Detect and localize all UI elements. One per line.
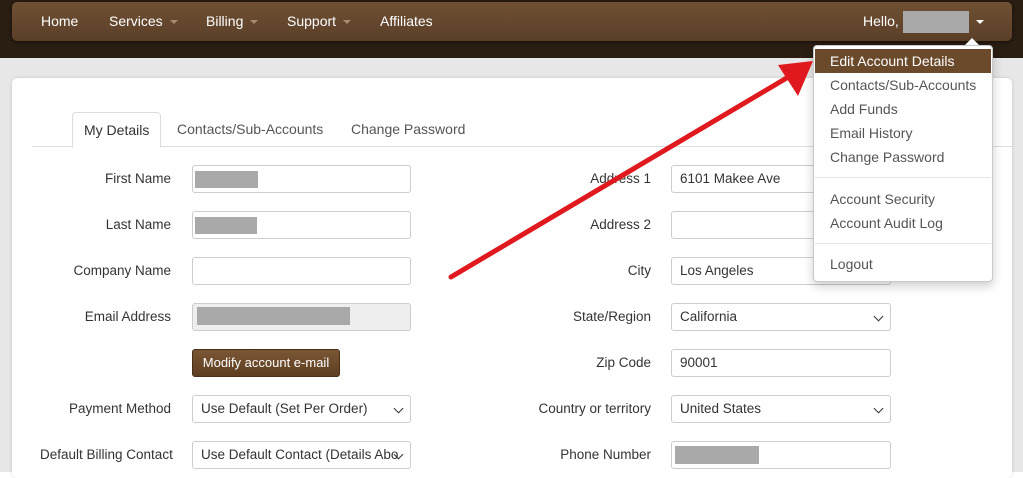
city-label: City <box>627 263 651 278</box>
address1-label: Address 1 <box>590 171 651 186</box>
phone-redacted <box>675 446 759 464</box>
menu-account-security[interactable]: Account Security <box>815 187 991 211</box>
address2-label: Address 2 <box>590 217 651 232</box>
chevron-down-icon <box>975 20 984 25</box>
nav-services[interactable]: Services <box>109 2 178 41</box>
first-name-label: First Name <box>104 171 171 186</box>
nav-billing-label: Billing <box>206 13 244 29</box>
phone-label: Phone Number <box>560 447 651 462</box>
nav-support-label: Support <box>287 13 337 29</box>
billing-contact-label: Default Billing Contact <box>40 447 173 462</box>
nav-affiliates[interactable]: Affiliates <box>380 2 433 41</box>
account-menu-toggle[interactable]: Hello, <box>863 2 984 41</box>
nav-billing[interactable]: Billing <box>206 2 259 41</box>
chevron-down-icon <box>873 311 884 322</box>
modify-email-button[interactable]: Modify account e-mail <box>192 349 340 377</box>
state-label: State/Region <box>572 309 651 324</box>
payment-method-select[interactable]: Use Default (Set Per Order) <box>192 395 411 423</box>
menu-divider <box>815 243 991 244</box>
tab-my-details[interactable]: My Details <box>72 112 162 148</box>
payment-method-value: Use Default (Set Per Order) <box>201 401 368 416</box>
chevron-down-icon <box>250 20 259 25</box>
greeting-text: Hello, <box>863 13 899 29</box>
country-label: Country or territory <box>538 401 651 416</box>
nav-home[interactable]: Home <box>41 2 78 41</box>
payment-method-label: Payment Method <box>68 401 171 416</box>
chevron-down-icon <box>343 20 352 25</box>
account-dropdown-menu: Edit Account Details Contacts/Sub-Accoun… <box>813 45 993 282</box>
company-name-label: Company Name <box>73 263 171 278</box>
nav-home-label: Home <box>41 13 79 29</box>
nav-support[interactable]: Support <box>287 2 352 41</box>
chevron-down-icon <box>873 403 884 414</box>
nav-affiliates-label: Affiliates <box>380 13 433 29</box>
menu-contacts-sub-accounts[interactable]: Contacts/Sub-Accounts <box>815 73 991 97</box>
main-navbar: Home Services Billing Support Affiliates… <box>12 2 1012 41</box>
zip-input[interactable]: 90001 <box>671 349 891 377</box>
company-name-input[interactable] <box>192 257 411 285</box>
menu-email-history[interactable]: Email History <box>815 121 991 145</box>
last-name-redacted <box>195 217 257 234</box>
email-label: Email Address <box>84 309 171 324</box>
first-name-redacted <box>195 171 258 188</box>
tab-contacts[interactable]: Contacts/Sub-Accounts <box>177 112 323 146</box>
state-select[interactable]: California <box>671 303 891 331</box>
menu-change-password[interactable]: Change Password <box>815 145 991 169</box>
last-name-label: Last Name <box>105 217 171 232</box>
menu-edit-account-details[interactable]: Edit Account Details <box>815 49 991 73</box>
nav-services-label: Services <box>109 13 163 29</box>
dropdown-pointer <box>965 38 979 45</box>
chevron-down-icon <box>169 20 178 25</box>
tab-change-password-label: Change Password <box>351 121 466 137</box>
state-value: California <box>680 309 738 324</box>
tab-contacts-label: Contacts/Sub-Accounts <box>177 121 324 137</box>
menu-add-funds[interactable]: Add Funds <box>815 97 991 121</box>
tab-change-password[interactable]: Change Password <box>351 112 465 146</box>
billing-contact-value: Use Default Contact (Details Abo <box>201 447 399 462</box>
chevron-down-icon <box>393 403 404 414</box>
username-redacted <box>902 11 969 34</box>
zip-label: Zip Code <box>596 355 651 370</box>
tab-my-details-label: My Details <box>84 122 150 138</box>
menu-account-audit-log[interactable]: Account Audit Log <box>815 211 991 235</box>
country-value: United States <box>680 401 762 416</box>
email-redacted <box>197 307 350 325</box>
billing-contact-select[interactable]: Use Default Contact (Details Abo <box>192 441 411 469</box>
menu-divider <box>815 177 991 178</box>
country-select[interactable]: United States <box>671 395 891 423</box>
menu-logout[interactable]: Logout <box>815 252 991 276</box>
